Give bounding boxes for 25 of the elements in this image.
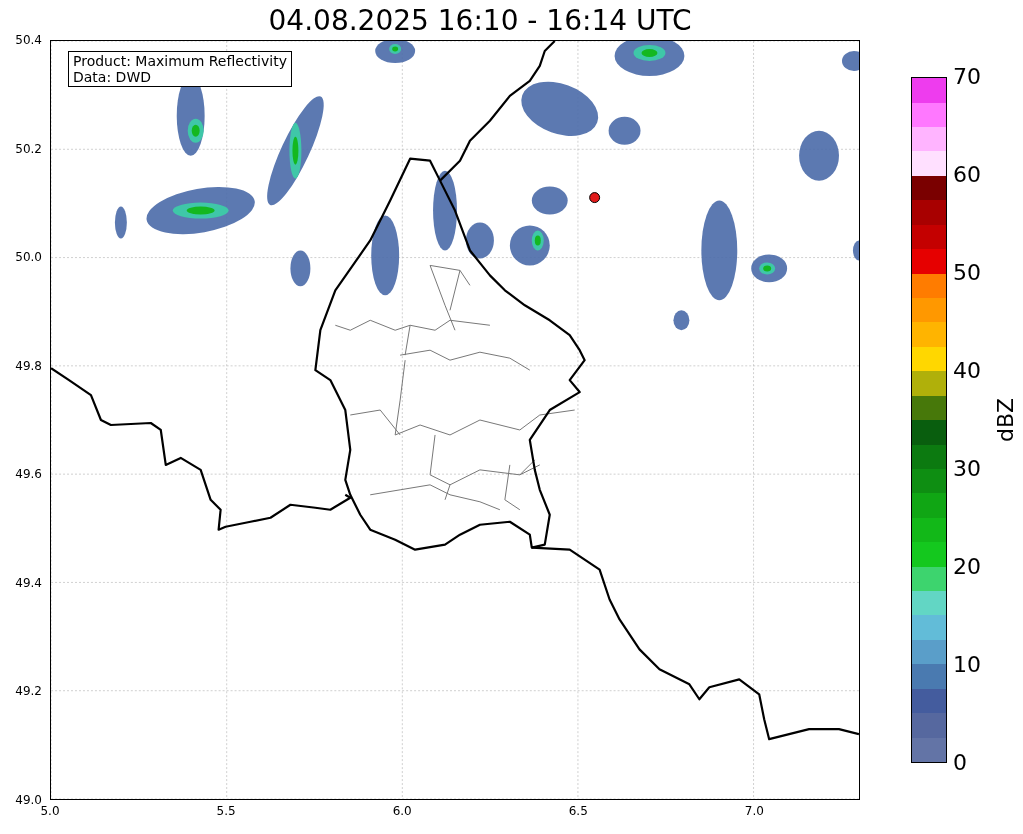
x-tick-label: 6.0 [391,804,413,818]
colorbar-tick-label: 10 [953,653,981,677]
chart-title: 04.08.2025 16:10 - 16:14 UTC [267,4,692,39]
y-tick-label: 50.4 [15,33,42,47]
x-tick-label: 5.0 [39,804,61,818]
x-tick-label: 5.5 [215,804,237,818]
colorbar-tick-label: 40 [953,359,981,383]
y-tick-label: 49.4 [15,575,42,590]
info-text: Product: Maximum Reflectivity [73,53,287,69]
colorbar-tick-label: 30 [953,457,981,481]
y-tick-label: 50.2 [15,141,42,156]
info-text: Data: DWD [73,69,152,85]
x-tick-label: 6.5 [567,804,589,818]
colorbar-label: dBZ [994,397,1018,443]
colorbar-tick-label: 0 [953,751,967,775]
y-tick-label: 49.0 [15,793,42,807]
colorbar-tick-label: 70 [953,65,981,89]
colorbar-tick-label: 20 [953,555,981,579]
y-tick-label: 50.0 [15,250,42,265]
y-tick-label: 49.8 [15,358,42,373]
colorbar-tick-label: 60 [953,163,981,187]
x-tick-label: 7.0 [743,804,765,818]
y-tick-label: 49.6 [15,467,42,482]
colorbar-tick-label: 50 [953,261,981,285]
y-tick-label: 49.2 [15,684,42,699]
